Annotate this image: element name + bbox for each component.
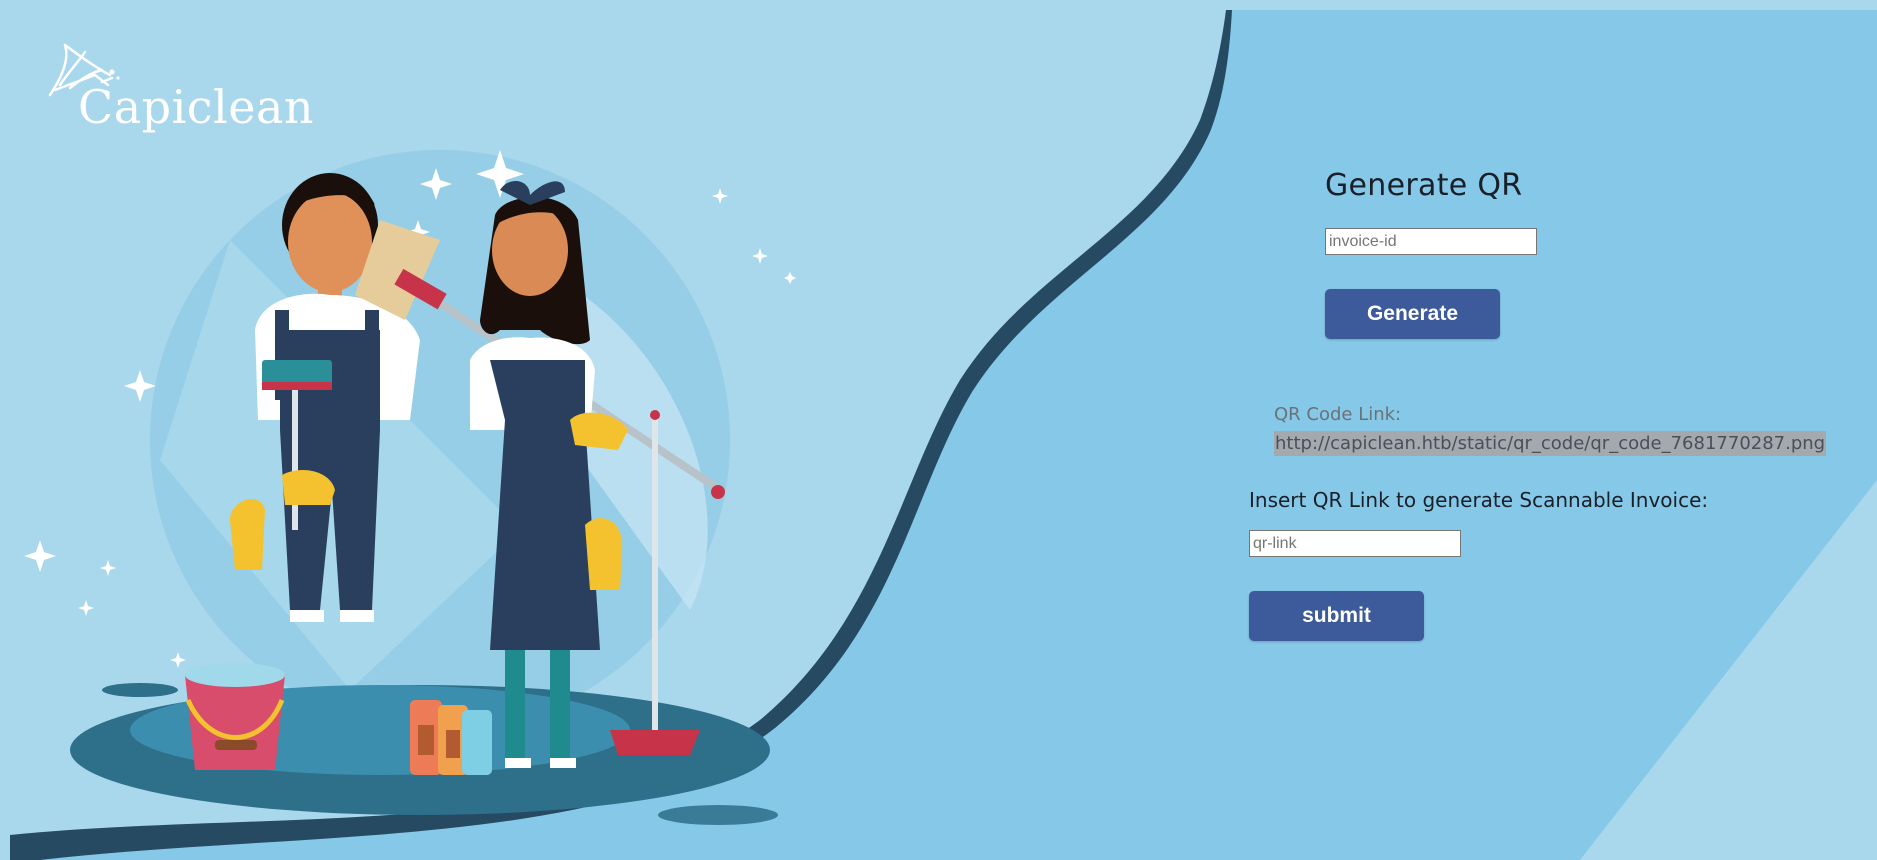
qr-panel: Generate QR Generate QR Code Link: http:… [1230,0,1870,860]
page-root: Capiclean Generate QR invoice-id Generat… [0,0,1877,860]
cleaning-bottles [410,700,492,775]
generate-qr-title: Generate QR [1325,168,1523,203]
bucket [185,663,285,770]
qr-code-link-label: QR Code Link: [1274,404,1402,425]
insert-qr-link-label: Insert QR Link to generate Scannable Inv… [1249,488,1709,512]
qr-code-link-url: http://capiclean.htb/static/qr_code/qr_c… [1274,431,1827,456]
invoice-id-input[interactable] [1325,228,1537,255]
cleaners-illustration [24,150,796,815]
qr-link-input[interactable] [1249,530,1461,557]
submit-button[interactable]: submit [1249,591,1424,641]
brand-name: Capiclean [78,80,315,134]
generate-button[interactable]: Generate [1325,289,1500,339]
